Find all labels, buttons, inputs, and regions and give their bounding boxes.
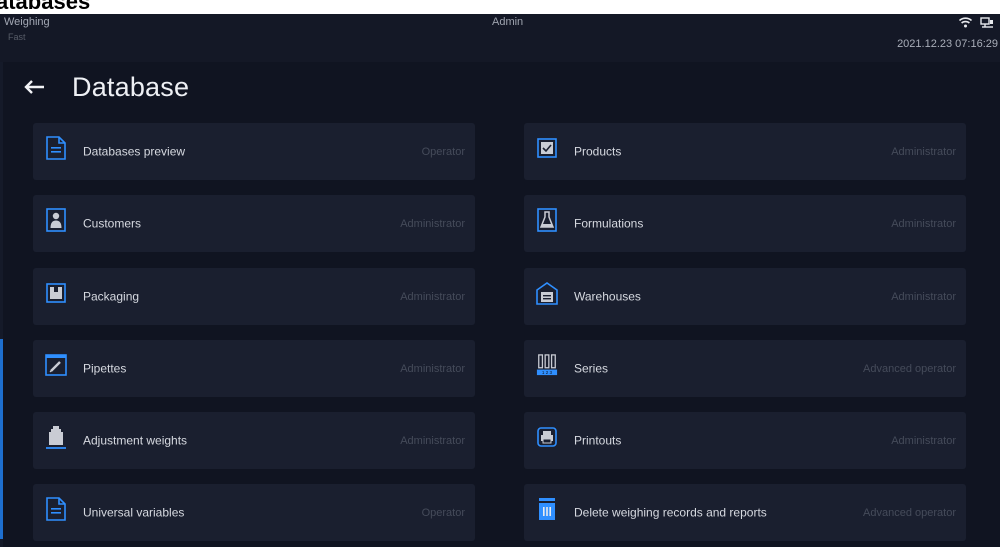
document-icon [45, 135, 67, 161]
tile-warehouses[interactable]: Warehouses Administrator [524, 268, 966, 325]
status-bar: Weighing Fast Admin 2021.12.23 07:16:29 [0, 14, 1000, 62]
document-heading: atabases [0, 0, 91, 14]
tile-access-role: Administrator [891, 217, 956, 230]
tile-delete-weighing-records[interactable]: Delete weighing records and reports Adva… [524, 484, 966, 541]
person-icon [45, 207, 67, 233]
page-title: Database [72, 72, 190, 102]
tile-label: Pipettes [83, 361, 127, 375]
pipette-icon [45, 352, 67, 378]
tile-access-role: Administrator [891, 290, 956, 303]
tile-label: Universal variables [83, 505, 185, 519]
tile-label: Printouts [574, 433, 622, 447]
tile-label: Warehouses [574, 289, 641, 303]
product-box-icon [536, 135, 558, 161]
wifi-icon [958, 15, 973, 33]
tile-access-role: Administrator [400, 217, 465, 230]
svg-text:1 2 3: 1 2 3 [542, 370, 553, 375]
tile-access-role: Administrator [400, 290, 465, 303]
network-icon [980, 15, 994, 33]
weighing-mode-label[interactable]: Weighing [4, 16, 50, 28]
tile-adjustment-weights[interactable]: Adjustment weights Administrator [33, 412, 475, 469]
tile-label: Series [574, 361, 609, 375]
top-tab [410, 0, 614, 14]
printer-icon [536, 424, 558, 450]
tile-label: Packaging [83, 289, 140, 303]
document-icon [45, 496, 67, 522]
warehouse-icon [536, 280, 558, 306]
tile-access-role: Administrator [400, 362, 465, 375]
tile-databases-preview[interactable]: Databases preview Operator [33, 123, 475, 180]
title-bar: Database [0, 62, 1000, 112]
tile-printouts[interactable]: Printouts Administrator [524, 412, 966, 469]
tile-pipettes[interactable]: Pipettes Administrator [33, 340, 475, 397]
tile-label: Products [574, 144, 622, 158]
tile-label: Adjustment weights [83, 433, 188, 447]
flask-icon [536, 207, 558, 233]
tile-products[interactable]: Products Administrator [524, 123, 966, 180]
tile-universal-variables[interactable]: Universal variables Operator [33, 484, 475, 541]
tile-access-role: Advanced operator [863, 506, 956, 519]
logged-user-label[interactable]: Admin [492, 16, 523, 28]
tile-series[interactable]: 1 2 3 Series Advanced operator [524, 340, 966, 397]
series-tubes-icon: 1 2 3 [536, 352, 558, 378]
tile-label: Delete weighing records and reports [574, 505, 767, 519]
tile-access-role: Operator [421, 145, 465, 158]
status-icons [958, 15, 994, 33]
balance-screen: Weighing Fast Admin 2021.12.23 07:16:29 … [0, 14, 1000, 547]
tile-packaging[interactable]: Packaging Administrator [33, 268, 475, 325]
left-rail-accent [0, 339, 3, 539]
tile-access-role: Administrator [891, 145, 956, 158]
arrow-left-icon [23, 79, 45, 100]
tile-customers[interactable]: Customers Administrator [33, 195, 475, 252]
tile-label: Formulations [574, 216, 644, 230]
trash-icon [536, 496, 558, 522]
tile-label: Customers [83, 216, 142, 230]
tile-access-role: Advanced operator [863, 362, 956, 375]
tile-access-role: Operator [421, 506, 465, 519]
weight-icon [45, 424, 67, 450]
tile-label: Databases preview [83, 144, 186, 158]
package-icon [45, 280, 67, 306]
weighing-submode-label: Fast [8, 32, 26, 42]
datetime-label: 2021.12.23 07:16:29 [897, 38, 998, 50]
tile-access-role: Administrator [400, 434, 465, 447]
tile-formulations[interactable]: Formulations Administrator [524, 195, 966, 252]
back-button[interactable] [16, 74, 52, 104]
tile-access-role: Administrator [891, 434, 956, 447]
